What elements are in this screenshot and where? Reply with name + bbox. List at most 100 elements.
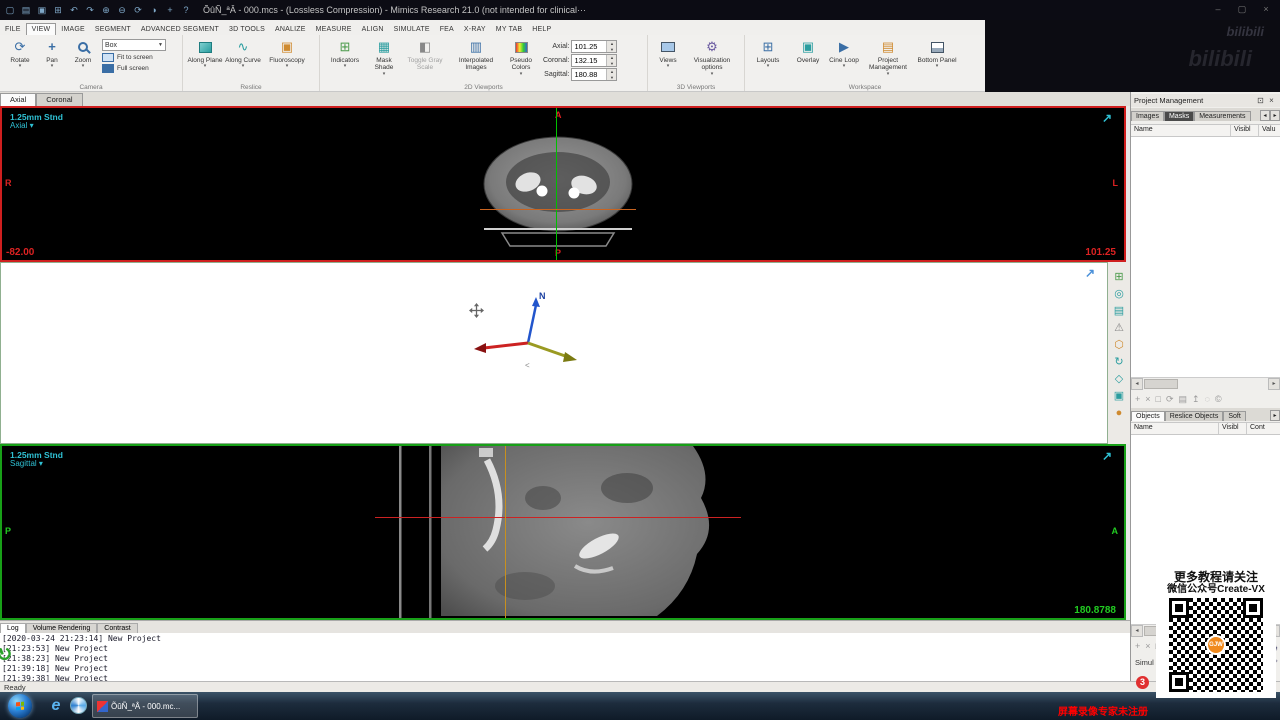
column-visible[interactable]: Visibl xyxy=(1231,125,1259,136)
tab-advanced-segment[interactable]: ADVANCED SEGMENT xyxy=(136,24,224,35)
column-name[interactable]: Name xyxy=(1131,125,1231,136)
scroll-left-icon[interactable]: ◂ xyxy=(1131,625,1143,637)
column-contrast[interactable]: Cont xyxy=(1247,423,1280,434)
float-panel-icon[interactable]: ⊡ xyxy=(1255,96,1266,105)
print-view-icon[interactable]: ▤ xyxy=(1114,304,1124,319)
grid-layout-icon[interactable]: ⊞ xyxy=(1114,270,1123,285)
pseudo-colors-button[interactable]: Pseudo Colors xyxy=(503,37,539,79)
tab-scroll-right-icon[interactable]: ▸ xyxy=(1270,110,1280,121)
tab-soft-tissue[interactable]: Soft xyxy=(1223,411,1246,421)
interpolated-images-button[interactable]: ▥ Interpolated Images xyxy=(449,37,503,73)
coronal-position-input[interactable] xyxy=(572,55,607,66)
column-name[interactable]: Name xyxy=(1131,423,1219,434)
cube-tool-icon[interactable]: ▣ xyxy=(1114,389,1124,404)
coronal-plane-indicator-line[interactable] xyxy=(505,446,506,618)
scrollbar-thumb[interactable] xyxy=(1144,379,1178,389)
bottom-panel-button[interactable]: Bottom Panel xyxy=(916,37,958,71)
minimize-button[interactable]: – xyxy=(1206,1,1230,17)
info-icon[interactable]: © xyxy=(1215,394,1222,404)
tab-scroll-right-icon[interactable]: ▸ xyxy=(1270,410,1280,421)
plane-selector[interactable]: Axial ▾ xyxy=(10,121,34,130)
plane-selector[interactable]: Sagittal ▾ xyxy=(10,459,43,468)
globe-icon[interactable]: ◎ xyxy=(1114,287,1124,302)
warning-icon[interactable]: ⚠ xyxy=(1114,321,1124,336)
delete-item-icon[interactable]: × xyxy=(1145,641,1150,651)
edit-item-icon[interactable]: ◌ xyxy=(1205,394,1210,404)
pan-button[interactable]: + Pan xyxy=(37,37,67,71)
tab-3d-tools[interactable]: 3D TOOLS xyxy=(224,24,270,35)
tab-objects[interactable]: Objects xyxy=(1131,411,1165,421)
tab-measure[interactable]: MEASURE xyxy=(311,24,357,35)
scroll-left-icon[interactable]: ◂ xyxy=(1131,378,1143,390)
views-button[interactable]: Views xyxy=(651,37,685,71)
full-screen-button[interactable]: Full screen xyxy=(102,64,166,73)
axial-plane-indicator-line[interactable] xyxy=(375,517,741,518)
maximize-viewport-icon[interactable]: ↗ xyxy=(1102,449,1112,463)
tab-contrast[interactable]: Contrast xyxy=(97,623,138,633)
camera-mode-combobox[interactable]: Box ▼ xyxy=(102,39,166,51)
maximize-viewport-icon[interactable]: ↗ xyxy=(1102,111,1112,125)
tab-simulate[interactable]: SIMULATE xyxy=(389,24,435,35)
zoom-out-icon[interactable]: ⊖ xyxy=(115,3,129,17)
tab-file[interactable]: FILE xyxy=(0,24,26,35)
save-icon[interactable]: ▣ xyxy=(35,3,49,17)
viewport-tab-axial[interactable]: Axial xyxy=(0,93,37,106)
cine-loop-button[interactable]: ▶ Cine Loop xyxy=(828,37,860,71)
top-pane-hscrollbar[interactable]: ◂ ▸ xyxy=(1131,378,1280,390)
close-panel-icon[interactable]: × xyxy=(1266,96,1277,105)
maximize-viewport-icon[interactable]: ↗ xyxy=(1085,266,1095,280)
column-visible[interactable]: Visibl xyxy=(1219,423,1247,434)
tab-scroll-left-icon[interactable]: ◂ xyxy=(1260,110,1270,121)
tab-images[interactable]: Images xyxy=(1131,111,1164,121)
refresh-icon[interactable]: ↻ xyxy=(1114,355,1123,370)
indicators-button[interactable]: ⊞ Indicators xyxy=(323,37,367,71)
internet-explorer-icon[interactable]: e xyxy=(46,696,66,716)
zoom-in-icon[interactable]: ⊕ xyxy=(99,3,113,17)
print-icon[interactable]: ⊞ xyxy=(51,3,65,17)
export-item-icon[interactable]: ↥ xyxy=(1192,394,1200,405)
axial-viewport[interactable]: 1.25mm Stnd Axial ▾ ↗ A P R L -82.00 101… xyxy=(0,106,1126,262)
tab-mytab[interactable]: MY TAB xyxy=(491,24,528,35)
rotate-tool-icon[interactable]: ⟳ xyxy=(131,3,145,17)
sagittal-viewport[interactable]: 1.25mm Stnd Sagittal ▾ ↗ T B P A 180.878… xyxy=(0,444,1126,620)
browser-swirl-icon[interactable] xyxy=(70,697,87,714)
layouts-button[interactable]: ⊞ Layouts xyxy=(748,37,788,71)
tab-measurements[interactable]: Measurements xyxy=(1194,111,1251,121)
coronal-plane-indicator-line[interactable] xyxy=(480,209,636,210)
masks-list[interactable] xyxy=(1131,137,1280,378)
refresh-item-icon[interactable]: ⟳ xyxy=(1166,394,1174,405)
tab-reslice-objects[interactable]: Reslice Objects xyxy=(1164,411,1224,421)
help-icon[interactable]: ? xyxy=(179,3,193,17)
contrast-tool-icon[interactable]: ◑ xyxy=(147,3,161,17)
mask-shade-button[interactable]: ▦ Mask Shade xyxy=(367,37,401,79)
redo-icon[interactable]: ↷ xyxy=(83,3,97,17)
project-management-button[interactable]: ▤ Project Management xyxy=(860,37,916,79)
close-button[interactable]: × xyxy=(1254,1,1278,17)
notification-badge[interactable]: 3 xyxy=(1136,676,1149,689)
along-curve-button[interactable]: ∿ Along Curve xyxy=(224,37,262,71)
add-item-icon[interactable]: + xyxy=(1135,394,1140,404)
hexagon-tool-icon[interactable]: ⬡ xyxy=(1114,338,1124,353)
tab-segment[interactable]: SEGMENT xyxy=(90,24,136,35)
properties-icon[interactable]: ▤ xyxy=(1179,394,1188,405)
tab-log[interactable]: Log xyxy=(0,623,26,633)
tab-analyze[interactable]: ANALIZE xyxy=(270,24,311,35)
tab-help[interactable]: HELP xyxy=(527,24,556,35)
spin-down-icon[interactable]: ▼ xyxy=(607,46,617,52)
fit-to-screen-button[interactable]: Fit to screen xyxy=(102,53,166,62)
zoom-button[interactable]: Zoom xyxy=(67,37,99,71)
start-button[interactable] xyxy=(8,694,32,718)
scroll-right-icon[interactable]: ▸ xyxy=(1268,378,1280,390)
sagittal-position-input[interactable] xyxy=(572,69,607,80)
crosshair-tool-icon[interactable]: + xyxy=(163,3,177,17)
add-item-icon[interactable]: + xyxy=(1135,641,1140,651)
duplicate-item-icon[interactable]: □ xyxy=(1156,394,1161,404)
tab-view[interactable]: VIEW xyxy=(25,23,57,35)
diamond-tool-icon[interactable]: ◇ xyxy=(1115,372,1123,387)
overlay-button[interactable]: ▣ Overlay xyxy=(788,37,828,65)
tab-xray[interactable]: X-RAY xyxy=(459,24,491,35)
viewport-tab-coronal[interactable]: Coronal xyxy=(36,93,83,106)
open-file-icon[interactable]: ▤ xyxy=(19,3,33,17)
spin-down-icon[interactable]: ▼ xyxy=(607,74,617,80)
toggle-gray-scale-button[interactable]: ◧ Toggle Gray Scale xyxy=(401,37,449,73)
